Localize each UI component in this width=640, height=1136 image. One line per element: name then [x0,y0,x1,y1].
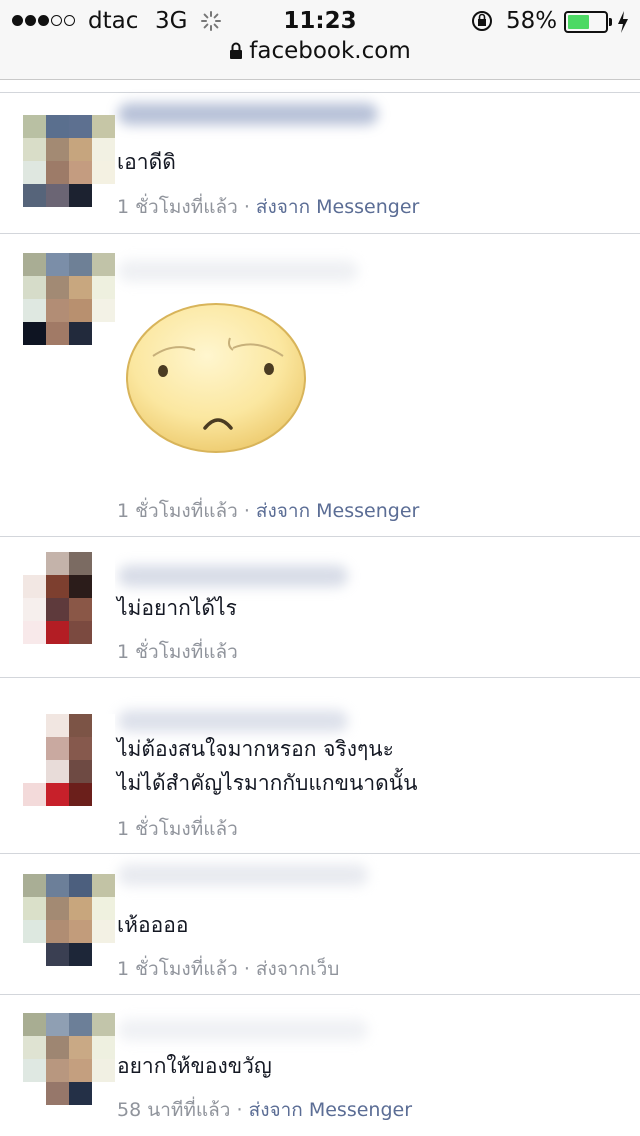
sender-name-blurred [118,710,348,732]
sender-name-blurred [118,565,348,587]
message-meta: 58 นาทีที่แล้ว · ส่งจาก Messenger [117,1099,413,1121]
source-label: ส่งจาก [255,196,311,218]
avatar[interactable] [23,874,115,966]
message-item[interactable]: อยากให้ของขวัญ 58 นาทีที่แล้ว · ส่งจาก M… [0,994,640,1136]
message-time: 1 ชั่วโมงที่แล้ว [117,818,238,840]
source-link[interactable]: Messenger [309,1099,412,1121]
rotation-lock-icon [472,11,492,31]
sad-face-sticker[interactable] [125,298,307,454]
sender-name-blurred [118,864,368,886]
status-bar: dtac 3G 11:23 58% [0,6,640,38]
source-link[interactable]: Messenger [316,196,419,218]
message-meta: 1 ชั่วโมงที่แล้ว · ส่งจาก Messenger [117,500,420,522]
browser-top-bar: dtac 3G 11:23 58% facebook.com [0,0,640,80]
battery-percent: 58% [506,8,558,34]
sender-name-blurred [118,1019,368,1041]
message-meta: 1 ชั่วโมงที่แล้ว · ส่งจาก Messenger [117,196,420,218]
message-time: 1 ชั่วโมงที่แล้ว [117,196,238,218]
message-meta: 1 ชั่วโมงที่แล้ว · ส่งจากเว็บ [117,958,340,980]
avatar[interactable] [23,115,115,207]
message-text: เอาดีดิ [117,150,176,174]
message-item[interactable]: ไม่อยากได้ไร 1 ชั่วโมงที่แล้ว [0,536,640,677]
message-text-line-2: ไม่ได้สำคัญไรมากกับแกขนาดนั้น [117,771,418,795]
address-bar[interactable]: facebook.com [0,38,640,64]
avatar[interactable] [23,253,115,345]
message-time: 58 นาทีที่แล้ว [117,1099,231,1121]
message-text: เห้ออออ [117,913,189,937]
message-time: 1 ชั่วโมงที่แล้ว [117,500,238,522]
message-time: 1 ชั่วโมงที่แล้ว [117,641,238,663]
message-text-line-1: ไม่ต้องสนใจมากหรอก จริงๆนะ [117,737,394,761]
source-label: ส่งจาก [255,500,311,522]
battery-icon [564,11,608,33]
sender-name-blurred [118,103,378,125]
url-text: facebook.com [249,38,411,64]
source-label: ส่งจาก [248,1099,303,1121]
avatar[interactable] [23,714,115,806]
battery-tip [609,18,612,26]
message-meta: 1 ชั่วโมงที่แล้ว [117,637,238,667]
avatar[interactable] [23,552,115,644]
source-link[interactable]: Messenger [316,500,419,522]
source-label[interactable]: ส่งจากเว็บ [256,958,339,980]
charging-bolt-icon [618,11,628,33]
avatar[interactable] [23,1013,115,1105]
padlock-icon [230,42,243,59]
sender-name-blurred [118,260,358,282]
message-text: ไม่อยากได้ไร [117,596,237,620]
message-item[interactable]: เอาดีดิ 1 ชั่วโมงที่แล้ว · ส่งจาก Messen… [0,92,640,233]
message-item[interactable]: 1 ชั่วโมงที่แล้ว · ส่งจาก Messenger [0,233,640,536]
message-meta: 1 ชั่วโมงที่แล้ว [117,814,238,844]
message-item[interactable]: เห้ออออ 1 ชั่วโมงที่แล้ว · ส่งจากเว็บ [0,853,640,994]
message-time: 1 ชั่วโมงที่แล้ว [117,958,238,980]
message-item[interactable]: ไม่ต้องสนใจมากหรอก จริงๆนะ ไม่ได้สำคัญไร… [0,677,640,853]
message-thread: เอาดีดิ 1 ชั่วโมงที่แล้ว · ส่งจาก Messen… [0,92,640,1136]
message-text: อยากให้ของขวัญ [117,1054,272,1078]
